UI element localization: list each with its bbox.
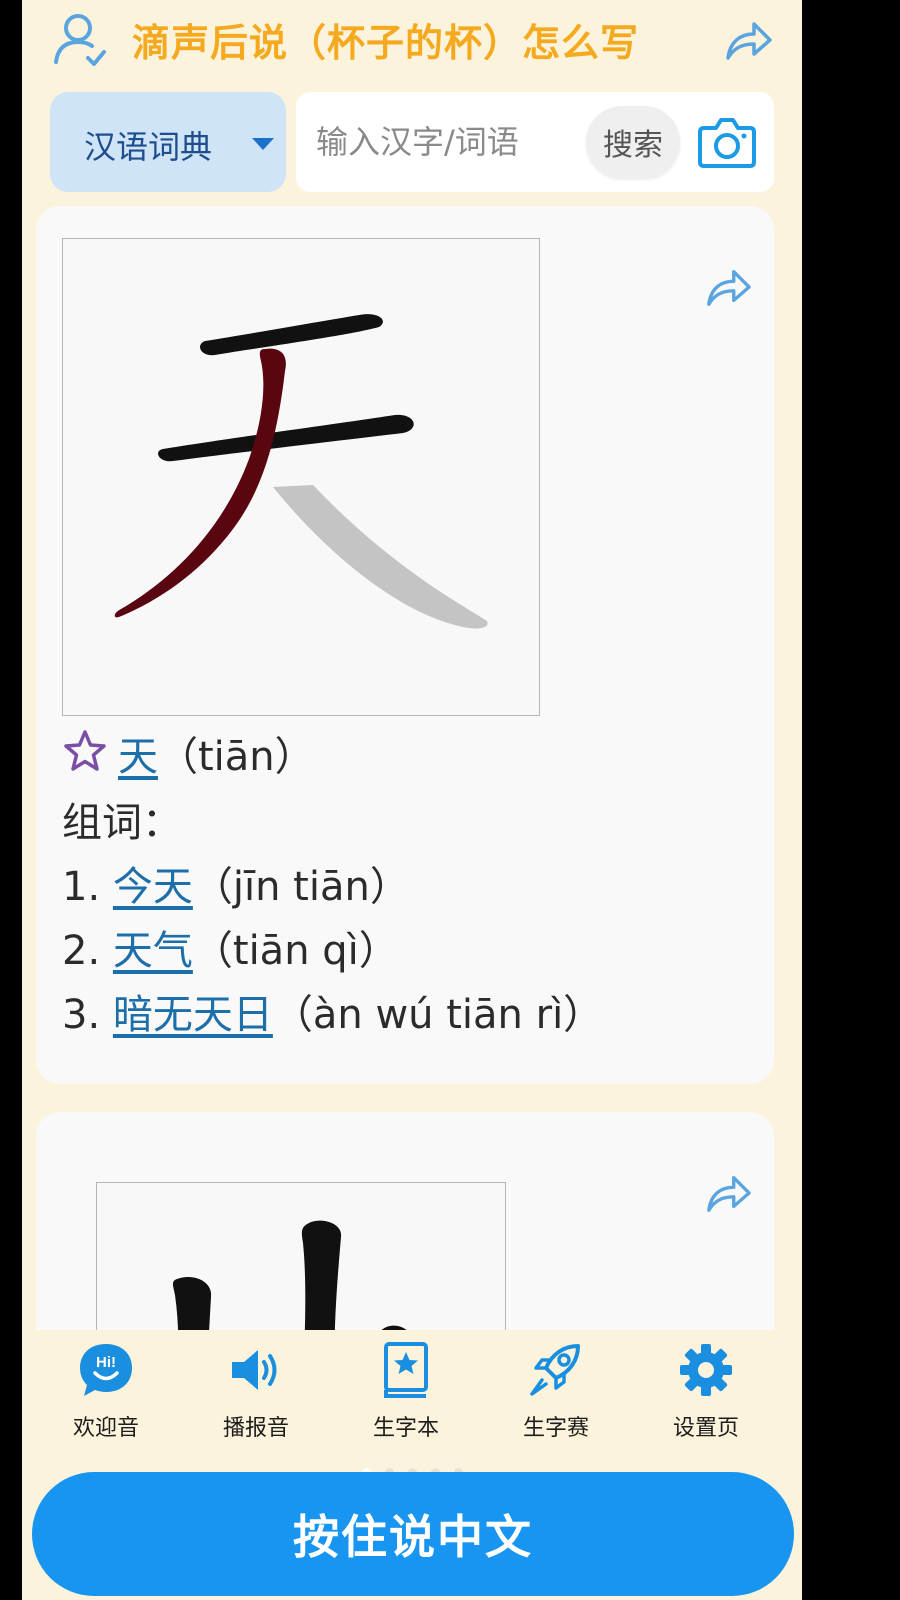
word-link[interactable]: 暗无天日 xyxy=(113,992,273,1038)
gear-icon xyxy=(680,1344,732,1396)
nav-item-word-book[interactable]: 生字本 xyxy=(336,1340,476,1460)
word-index: 1. xyxy=(62,864,101,910)
word-item: 3. 暗无天日（àn wú tiān rì） xyxy=(62,982,603,1040)
page-title: 滴声后说（杯子的杯）怎么写 xyxy=(132,21,640,65)
nav-label: 生字赛 xyxy=(522,1416,589,1441)
character-pinyin: （tiān） xyxy=(158,734,315,780)
character-entry: 天（tiān） xyxy=(62,724,315,782)
nav-label: 设置页 xyxy=(672,1416,739,1441)
hold-to-talk-button[interactable]: 按住说中文 xyxy=(32,1472,794,1596)
camera-icon[interactable] xyxy=(696,114,758,170)
caret-down-icon xyxy=(252,138,274,150)
word-pinyin: （àn wú tiān rì） xyxy=(272,992,604,1038)
stroke-order-image[interactable] xyxy=(62,238,540,716)
dictionary-select-label: 汉语词典 xyxy=(84,128,213,166)
word-index: 3. xyxy=(62,992,101,1038)
nav-item-welcome-sound[interactable]: Hi! 欢迎音 xyxy=(36,1340,176,1460)
bottom-nav: Hi! 欢迎音 播报音 生字本 生字赛 设置页 xyxy=(22,1330,802,1478)
header: 滴声后说（杯子的杯）怎么写 xyxy=(22,0,802,82)
nav-item-settings[interactable]: 设置页 xyxy=(636,1340,776,1460)
share-icon[interactable] xyxy=(702,1170,754,1216)
word-index: 2. xyxy=(62,928,101,974)
character-card: 天（tiān） 组词： 1. 今天（jīn tiān） 2. 天气（tiān q… xyxy=(36,206,774,1084)
app-screen: 滴声后说（杯子的杯）怎么写 汉语词典 搜索 xyxy=(22,0,802,1600)
word-link[interactable]: 今天 xyxy=(113,864,193,910)
speaker-icon xyxy=(232,1350,277,1390)
character-link[interactable]: 天 xyxy=(118,734,158,780)
rocket-icon xyxy=(530,1344,580,1396)
hi-chat-icon: Hi! xyxy=(80,1344,132,1396)
stroke-animation xyxy=(114,314,488,629)
word-pinyin: （tiān qì） xyxy=(192,928,399,974)
svg-text:Hi!: Hi! xyxy=(96,1354,116,1371)
user-icon[interactable] xyxy=(50,10,108,68)
word-pinyin: （jīn tiān） xyxy=(192,864,410,910)
favorite-star-icon[interactable] xyxy=(62,728,108,774)
nav-label: 播报音 xyxy=(222,1416,289,1441)
nav-label: 生字本 xyxy=(372,1416,439,1441)
search-input[interactable] xyxy=(316,120,586,164)
nav-item-word-contest[interactable]: 生字赛 xyxy=(486,1340,626,1460)
dictionary-select[interactable]: 汉语词典 xyxy=(50,92,286,192)
star-book-icon xyxy=(384,1342,428,1398)
nav-label: 欢迎音 xyxy=(72,1416,139,1441)
share-icon[interactable] xyxy=(722,16,774,64)
word-item: 1. 今天（jīn tiān） xyxy=(62,854,410,912)
nav-item-broadcast-sound[interactable]: 播报音 xyxy=(186,1340,326,1460)
words-label: 组词： xyxy=(62,800,182,846)
word-item: 2. 天气（tiān qì） xyxy=(62,918,399,976)
search-button[interactable]: 搜索 xyxy=(586,106,680,178)
word-link[interactable]: 天气 xyxy=(113,928,193,974)
search-box: 搜索 xyxy=(296,92,774,192)
share-icon[interactable] xyxy=(702,264,754,310)
